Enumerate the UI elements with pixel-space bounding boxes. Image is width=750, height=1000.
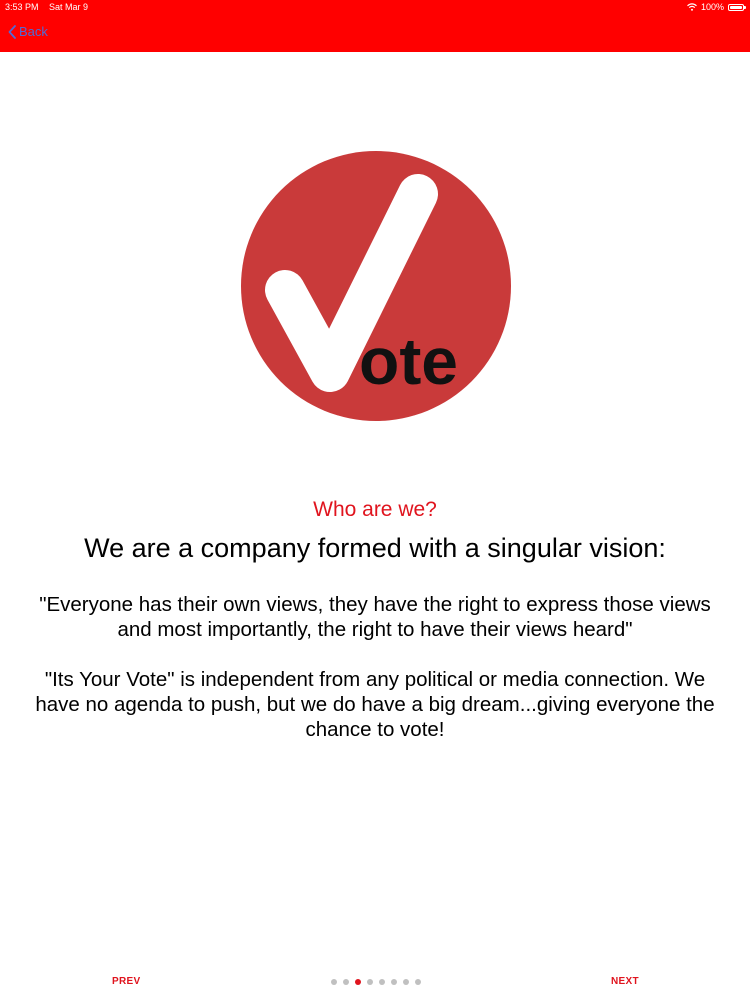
- status-time: 3:53 PM: [5, 2, 39, 12]
- nav-bar: 3:53 PM Sat Mar 9 100% Back: [0, 0, 750, 52]
- chevron-left-icon: [8, 24, 16, 39]
- logo-text: ote: [359, 324, 458, 398]
- status-left: 3:53 PM Sat Mar 9: [5, 2, 88, 12]
- next-button[interactable]: NEXT: [611, 976, 639, 987]
- page-dot[interactable]: [415, 979, 421, 985]
- page-indicator[interactable]: [331, 979, 421, 985]
- status-date: Sat Mar 9: [49, 2, 89, 12]
- wifi-icon: [687, 3, 697, 11]
- onboarding-screen: 3:53 PM Sat Mar 9 100% Back ote Who are …: [0, 0, 750, 1000]
- page-dot[interactable]: [367, 979, 373, 985]
- vote-logo: ote: [241, 151, 511, 421]
- about-paragraph: "Its Your Vote" is independent from any …: [35, 668, 715, 741]
- page-dot[interactable]: [391, 979, 397, 985]
- section-subtitle: Who are we?: [313, 498, 437, 521]
- page-dot[interactable]: [331, 979, 337, 985]
- status-right: 100%: [687, 2, 746, 12]
- page-dot[interactable]: [379, 979, 385, 985]
- battery-percent: 100%: [700, 2, 724, 12]
- battery-icon: [728, 3, 746, 11]
- battery-fill: [730, 5, 742, 9]
- page-dot[interactable]: [355, 979, 361, 985]
- back-button[interactable]: Back: [8, 24, 48, 39]
- status-bar: 3:53 PM Sat Mar 9 100%: [0, 0, 750, 14]
- vision-quote: "Everyone has their own views, they have…: [39, 593, 711, 641]
- page-dot[interactable]: [343, 979, 349, 985]
- page-headline: We are a company formed with a singular …: [84, 533, 666, 563]
- page-dot[interactable]: [403, 979, 409, 985]
- pager-bar: PREV NEXT: [0, 970, 750, 994]
- back-label: Back: [19, 24, 48, 39]
- prev-button[interactable]: PREV: [112, 976, 140, 987]
